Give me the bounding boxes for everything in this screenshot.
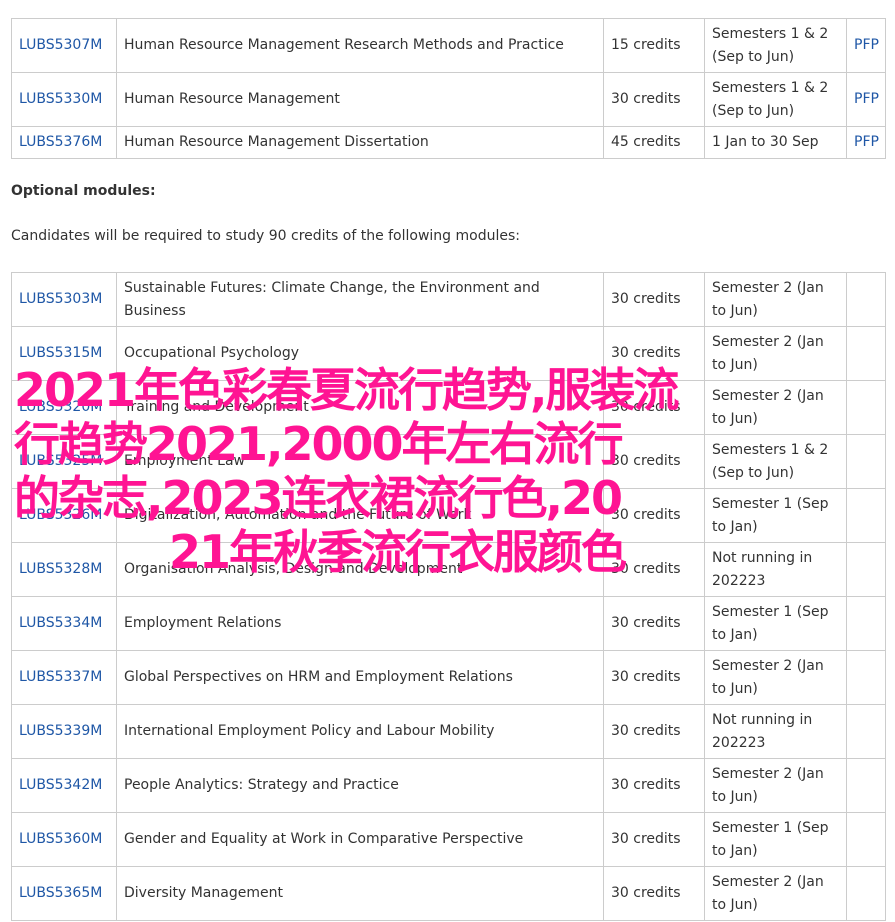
module-credits: 30 credits	[611, 615, 681, 631]
module-credits: 30 credits	[611, 831, 681, 847]
optional-modules-table: LUBS5303M Sustainable Futures: Climate Ch…	[11, 272, 886, 921]
table-row: LUBS5342M People Analytics: Strategy and …	[11, 758, 886, 813]
module-semester: Semester 2 (Jan to Jun)	[712, 333, 824, 373]
module-semester: Not running in 202223	[712, 711, 813, 751]
module-code-link[interactable]: LUBS5334M	[19, 615, 102, 631]
module-title: Employment Relations	[124, 615, 282, 631]
module-credits: 30 credits	[611, 453, 681, 469]
module-semester: Semester 2 (Jan to Jun)	[712, 279, 824, 319]
empty-cell	[846, 758, 886, 813]
module-title: Training and Development	[124, 399, 309, 415]
module-code-link[interactable]: LUBS5307M	[19, 37, 102, 53]
module-title: Human Resource Management Research Metho…	[124, 37, 564, 53]
module-semester: Semester 1 (Sep to Jan)	[712, 603, 829, 643]
module-title: Human Resource Management Dissertation	[124, 134, 429, 150]
empty-cell	[846, 596, 886, 651]
module-code-link[interactable]: LUBS5303M	[19, 291, 102, 307]
module-code-link[interactable]: LUBS5365M	[19, 885, 102, 901]
module-title: Human Resource Management	[124, 91, 340, 107]
optional-modules-description: Candidates will be required to study 90 …	[11, 228, 520, 244]
pfp-link[interactable]: PFP	[854, 134, 879, 150]
module-credits: 30 credits	[611, 399, 681, 415]
module-semester: Semesters 1 & 2 (Sep to Jun)	[712, 79, 829, 119]
module-semester: Semester 2 (Jan to Jun)	[712, 657, 824, 697]
table-row: LUBS5303M Sustainable Futures: Climate Ch…	[11, 272, 886, 327]
table-row: LUBS5315M Occupational Psychology 30 credi…	[11, 326, 886, 381]
core-modules-table: LUBS5307M Human Resource Management Rese…	[11, 18, 886, 159]
module-credits: 15 credits	[611, 37, 681, 53]
module-title: Organisation Analysis, Design and Develo…	[124, 561, 463, 577]
table-row: LUBS5376M Human Resource Management Diss…	[11, 126, 886, 159]
module-semester: Semester 2 (Jan to Jun)	[712, 765, 824, 805]
module-title: Diversity Management	[124, 885, 283, 901]
module-code-link[interactable]: LUBS5342M	[19, 777, 102, 793]
module-title: Occupational Psychology	[124, 345, 300, 361]
module-code-link[interactable]: LUBS5315M	[19, 345, 102, 361]
module-code-link[interactable]: LUBS5339M	[19, 723, 102, 739]
optional-modules-heading: Optional modules:	[11, 183, 156, 199]
table-row: LUBS5325M Employment Law 30 credits Semeste…	[11, 434, 886, 489]
module-semester: Semester 1 (Sep to Jan)	[712, 819, 829, 859]
table-row: LUBS5339M International Employment Policy…	[11, 704, 886, 759]
pfp-link[interactable]: PFP	[854, 37, 879, 53]
module-title: Employment Law	[124, 453, 246, 469]
module-code-link[interactable]: LUBS5337M	[19, 669, 102, 685]
empty-cell	[846, 272, 886, 327]
module-title: Global Perspectives on HRM and Employmen…	[124, 669, 513, 685]
module-credits: 30 credits	[611, 345, 681, 361]
module-title: Gender and Equality at Work in Comparati…	[124, 831, 524, 847]
module-code-link[interactable]: LUBS5330M	[19, 91, 102, 107]
empty-cell	[846, 650, 886, 705]
module-title: Digitalization, Automation and the Futur…	[124, 507, 472, 523]
empty-cell	[846, 866, 886, 921]
module-credits: 30 credits	[611, 91, 681, 107]
table-row: LUBS5337M Global Perspectives on HRM and …	[11, 650, 886, 705]
module-semester: Semesters 1 & 2 (Sep to Jun)	[712, 25, 829, 65]
module-semester: Semester 1 (Sep to Jan)	[712, 495, 829, 535]
module-credits: 45 credits	[611, 134, 681, 150]
empty-cell	[846, 380, 886, 435]
module-credits: 30 credits	[611, 561, 681, 577]
table-row: LUBS5307M Human Resource Management Rese…	[11, 18, 886, 73]
module-title: People Analytics: Strategy and Practice	[124, 777, 399, 793]
module-title: Sustainable Futures: Climate Change, the…	[124, 279, 540, 319]
table-row: LUBS5320M Training and Development 30 cred…	[11, 380, 886, 435]
table-row: LUBS5334M Employment Relations 30 credits S…	[11, 596, 886, 651]
module-semester: 1 Jan to 30 Sep	[712, 134, 819, 150]
empty-cell	[846, 434, 886, 489]
table-row: LUBS5330M Human Resource Management 30 c…	[11, 72, 886, 127]
module-code-link[interactable]: LUBS5360M	[19, 831, 102, 847]
module-semester: Not running in 202223	[712, 549, 813, 589]
table-row: LUBS5326M Digitalization, Automation and …	[11, 488, 886, 543]
module-code-link[interactable]: LUBS5328M	[19, 561, 102, 577]
module-credits: 30 credits	[611, 669, 681, 685]
module-title: International Employment Policy and Labo…	[124, 723, 495, 739]
empty-cell	[846, 704, 886, 759]
module-code-link[interactable]: LUBS5376M	[19, 134, 102, 150]
empty-cell	[846, 326, 886, 381]
empty-cell	[846, 812, 886, 867]
empty-cell	[846, 542, 886, 597]
module-credits: 30 credits	[611, 291, 681, 307]
module-semester: Semesters 1 & 2 (Sep to Jun)	[712, 441, 829, 481]
module-code-link[interactable]: LUBS5326M	[19, 507, 102, 523]
table-row: LUBS5365M Diversity Management 30 credits S…	[11, 866, 886, 921]
module-credits: 30 credits	[611, 777, 681, 793]
module-semester: Semester 2 (Jan to Jun)	[712, 873, 824, 913]
module-credits: 30 credits	[611, 885, 681, 901]
module-semester: Semester 2 (Jan to Jun)	[712, 387, 824, 427]
module-code-link[interactable]: LUBS5325M	[19, 453, 102, 469]
module-code-link[interactable]: LUBS5320M	[19, 399, 102, 415]
module-credits: 30 credits	[611, 723, 681, 739]
empty-cell	[846, 488, 886, 543]
pfp-link[interactable]: PFP	[854, 91, 879, 107]
table-row: LUBS5328M Organisation Analysis, Design a…	[11, 542, 886, 597]
table-row: LUBS5360M Gender and Equality at Work in …	[11, 812, 886, 867]
module-credits: 30 credits	[611, 507, 681, 523]
